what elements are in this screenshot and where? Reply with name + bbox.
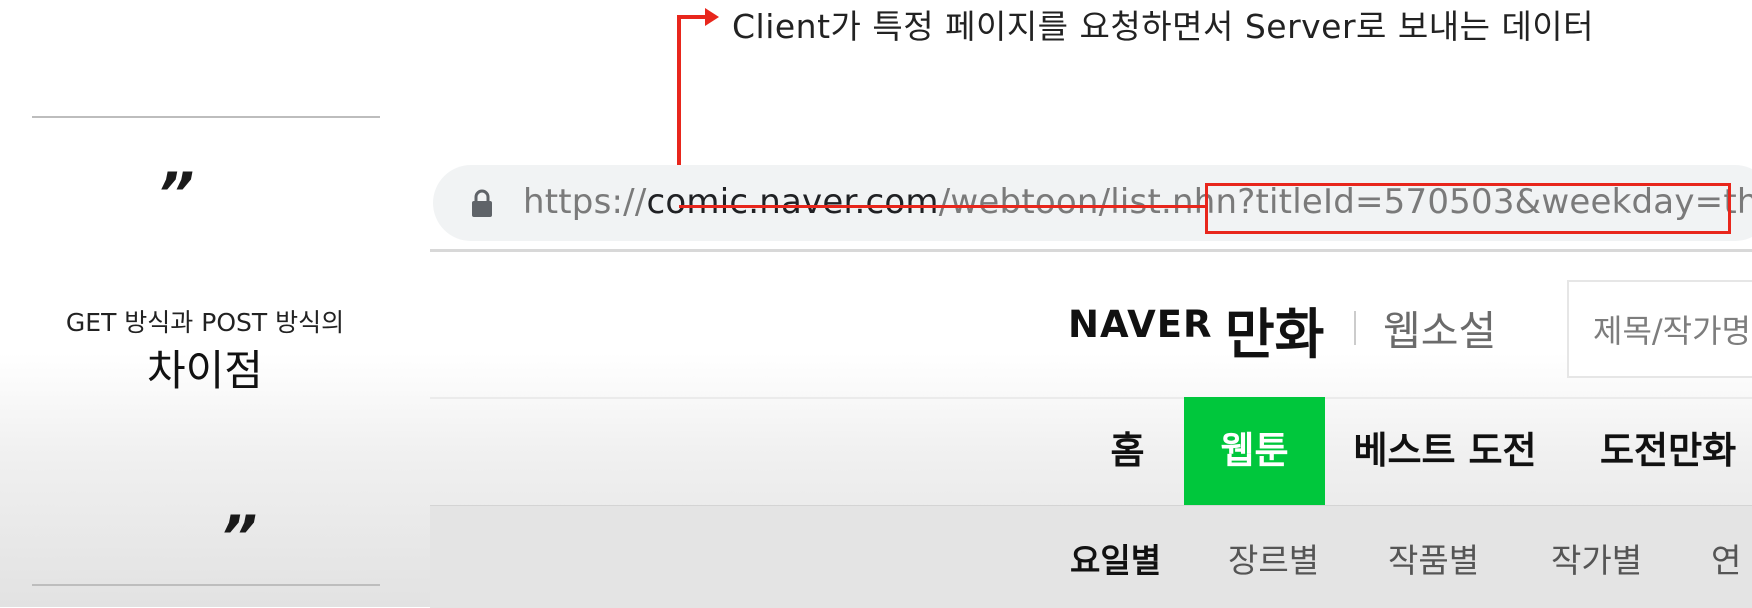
comic-logo[interactable]: 만화 xyxy=(1225,290,1324,369)
subtab-by-work[interactable]: 작품별 xyxy=(1388,534,1479,582)
header-separator xyxy=(1354,311,1356,345)
tab-webtoon[interactable]: 웹툰 xyxy=(1184,397,1325,505)
subtab-by-year[interactable]: 연 xyxy=(1711,534,1741,582)
tab-home[interactable]: 홈 xyxy=(1080,397,1175,505)
title: 차이점 xyxy=(147,346,263,395)
tab-best-challenge[interactable]: 베스트 도전 xyxy=(1352,397,1538,505)
url-path: /webtoon/list.nhn xyxy=(938,182,1238,222)
lock-icon xyxy=(471,188,493,218)
subtab-by-author[interactable]: 작가별 xyxy=(1551,534,1642,582)
url-host: comic.naver.com xyxy=(646,182,939,222)
open-quote-mark: ” xyxy=(157,160,195,228)
top-rule xyxy=(32,116,380,118)
naver-logo[interactable]: NAVER xyxy=(1068,303,1213,346)
annotation-strike-line xyxy=(679,205,1207,208)
search-placeholder: 제목/작가명 xyxy=(1593,312,1751,350)
webnovel-link[interactable]: 웹소설 xyxy=(1383,297,1496,357)
annotation-arrow-arm xyxy=(677,15,707,19)
tab-challenge-comics[interactable]: 도전만화 xyxy=(1600,397,1752,505)
annotation-text: Client가 특정 페이지를 요청하면서 Server로 보내는 데이터 xyxy=(732,7,1595,46)
close-quote-mark: ” xyxy=(220,503,258,571)
arrow-head-icon xyxy=(705,8,719,26)
subtab-by-genre[interactable]: 장르별 xyxy=(1228,534,1319,582)
bottom-rule xyxy=(32,584,380,586)
subtitle: GET 방식과 POST 방식의 xyxy=(65,308,345,337)
url-protocol: https:// xyxy=(523,182,647,222)
address-bar-divider xyxy=(430,249,1752,252)
subtab-by-weekday[interactable]: 요일별 xyxy=(1070,534,1161,582)
query-highlight-box xyxy=(1205,183,1731,234)
